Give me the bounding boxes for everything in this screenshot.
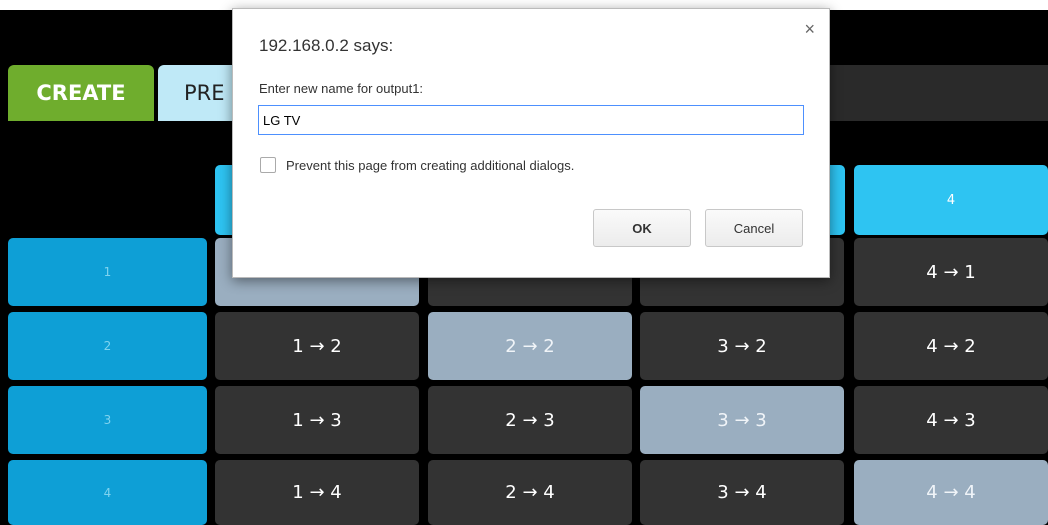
row-header-3[interactable]: 3 [8,386,207,454]
route-cell-2-2[interactable]: 2 → 2 [428,312,632,380]
prevent-dialogs-option[interactable]: Prevent this page from creating addition… [260,157,574,173]
row-header-2[interactable]: 2 [8,312,207,380]
dialog-prompt-text: Enter new name for output1: [259,81,424,96]
row-header-4[interactable]: 4 [8,460,207,525]
rename-input[interactable] [258,105,804,135]
route-cell-3-4[interactable]: 3 → 4 [640,460,844,525]
route-cell-2-3[interactable]: 2 → 3 [428,386,632,454]
route-cell-1-4[interactable]: 1 → 4 [215,460,419,525]
tab-bar-remainder [830,65,1048,121]
route-cell-4-2[interactable]: 4 → 2 [854,312,1048,380]
tab-create[interactable]: CREATE [8,65,154,121]
route-cell-4-3[interactable]: 4 → 3 [854,386,1048,454]
route-cell-4-4[interactable]: 4 → 4 [854,460,1048,525]
route-cell-3-3[interactable]: 3 → 3 [640,386,844,454]
route-cell-2-4[interactable]: 2 → 4 [428,460,632,525]
close-icon[interactable]: × [804,19,815,40]
column-header-4[interactable]: 4 [854,165,1048,235]
route-cell-1-3[interactable]: 1 → 3 [215,386,419,454]
ok-button[interactable]: OK [593,209,691,247]
route-cell-1-2[interactable]: 1 → 2 [215,312,419,380]
prevent-dialogs-checkbox[interactable] [260,157,276,173]
dialog-title: 192.168.0.2 says: [259,36,394,55]
row-header-1[interactable]: 1 [8,238,207,306]
prevent-dialogs-label: Prevent this page from creating addition… [286,157,575,173]
prompt-dialog: 192.168.0.2 says: × Enter new name for o… [232,8,830,278]
cancel-button[interactable]: Cancel [705,209,803,247]
route-cell-3-2[interactable]: 3 → 2 [640,312,844,380]
route-cell-4-1[interactable]: 4 → 1 [854,238,1048,306]
